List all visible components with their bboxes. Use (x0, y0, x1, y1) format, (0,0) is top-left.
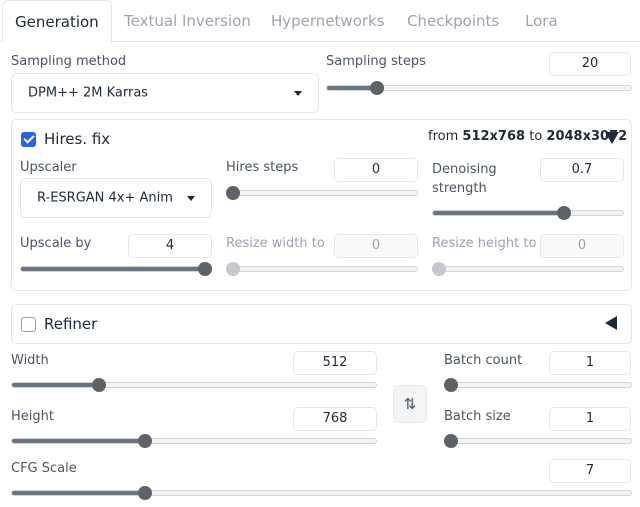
refiner-panel (11, 304, 632, 344)
cfg-scale-slider[interactable] (11, 485, 632, 501)
slider-fill (12, 383, 100, 387)
width-slider[interactable] (11, 377, 377, 393)
swap-vertical-icon: ⇅ (403, 395, 417, 413)
height-slider[interactable] (11, 433, 377, 449)
upscale-by-slider[interactable] (20, 261, 212, 277)
to-label: to (529, 129, 543, 144)
resize-width-slider[interactable] (226, 261, 418, 277)
from-label: from (428, 129, 459, 144)
height-input[interactable]: 768 (293, 407, 377, 431)
slider-fill (12, 439, 146, 443)
refiner-title: Refiner (44, 315, 98, 333)
tab-textual-inversion[interactable]: Textual Inversion (124, 0, 251, 42)
swap-dimensions-button[interactable]: ⇅ (393, 385, 427, 423)
batch-size-label: Batch size (444, 409, 511, 424)
slider-thumb[interactable] (444, 378, 458, 392)
slider-fill (433, 211, 565, 215)
batch-count-input[interactable]: 1 (549, 351, 631, 375)
width-input[interactable]: 512 (293, 351, 377, 375)
upscaler-value: R-ESRGAN 4x+ Anime6B (37, 190, 173, 206)
upscaler-label: Upscaler (20, 160, 77, 175)
cfg-scale-label: CFG Scale (11, 461, 77, 476)
resize-height-input[interactable]: 0 (540, 234, 624, 258)
hires-steps-input[interactable]: 0 (334, 158, 418, 182)
slider-thumb[interactable] (226, 262, 240, 276)
resize-width-label: Resize width to (226, 236, 325, 251)
sampling-steps-input[interactable]: 20 (549, 52, 631, 76)
width-label: Width (11, 353, 49, 368)
denoising-strength-label: Denoising strength (432, 162, 497, 196)
tab-bar: Generation Textual Inversion Hypernetwor… (0, 0, 640, 43)
batch-count-slider[interactable] (444, 377, 632, 393)
sampling-method-dropdown[interactable]: DPM++ 2M Karras (11, 73, 319, 113)
hires-steps-slider[interactable] (226, 185, 418, 201)
resize-width-input[interactable]: 0 (334, 234, 418, 258)
slider-thumb[interactable] (444, 434, 458, 448)
slider-thumb[interactable] (137, 434, 152, 448)
slider-thumb[interactable] (369, 81, 384, 95)
slider-thumb[interactable] (432, 262, 446, 276)
expand-triangle-icon[interactable] (605, 316, 617, 330)
sampling-method-label: Sampling method (11, 54, 127, 69)
tab-hypernetworks[interactable]: Hypernetworks (271, 0, 385, 42)
tab-checkpoints[interactable]: Checkpoints (407, 0, 499, 42)
collapse-triangle-icon[interactable] (605, 132, 619, 144)
resize-height-label: Resize height to (432, 236, 537, 251)
upscale-by-label: Upscale by (20, 236, 92, 251)
denoising-strength-input[interactable]: 0.7 (540, 158, 624, 182)
denoising-strength-slider[interactable] (432, 205, 624, 221)
chevron-down-icon (294, 91, 302, 96)
cfg-scale-input[interactable]: 7 (549, 459, 631, 483)
height-label: Height (11, 409, 54, 424)
resize-height-slider[interactable] (432, 261, 624, 277)
hires-fix-checkbox[interactable] (21, 132, 36, 147)
slider-thumb[interactable] (198, 262, 212, 276)
upscale-by-input[interactable]: 4 (128, 234, 212, 258)
hires-fix-title: Hires. fix (44, 130, 111, 148)
chevron-down-icon (187, 196, 195, 201)
batch-count-label: Batch count (444, 353, 523, 368)
tab-generation[interactable]: Generation (2, 0, 112, 43)
slider-fill (12, 491, 147, 495)
batch-size-slider[interactable] (444, 433, 632, 449)
from-resolution: 512x768 (462, 129, 526, 144)
hires-resolution-summary: from 512x768 to 2048x3072 (428, 129, 627, 144)
refiner-checkbox[interactable] (21, 317, 36, 332)
slider-thumb[interactable] (91, 378, 106, 392)
batch-size-input[interactable]: 1 (549, 407, 631, 431)
slider-thumb[interactable] (226, 186, 240, 200)
slider-thumb[interactable] (556, 206, 571, 220)
sampling-method-value: DPM++ 2M Karras (28, 85, 149, 101)
upscaler-dropdown[interactable]: R-ESRGAN 4x+ Anime6B (20, 178, 212, 218)
slider-thumb[interactable] (138, 486, 153, 500)
slider-fill (21, 267, 206, 271)
sampling-steps-slider[interactable] (326, 80, 632, 96)
tab-lora[interactable]: Lora (525, 0, 558, 42)
hires-steps-label: Hires steps (226, 160, 299, 175)
sampling-steps-label: Sampling steps (326, 54, 426, 69)
